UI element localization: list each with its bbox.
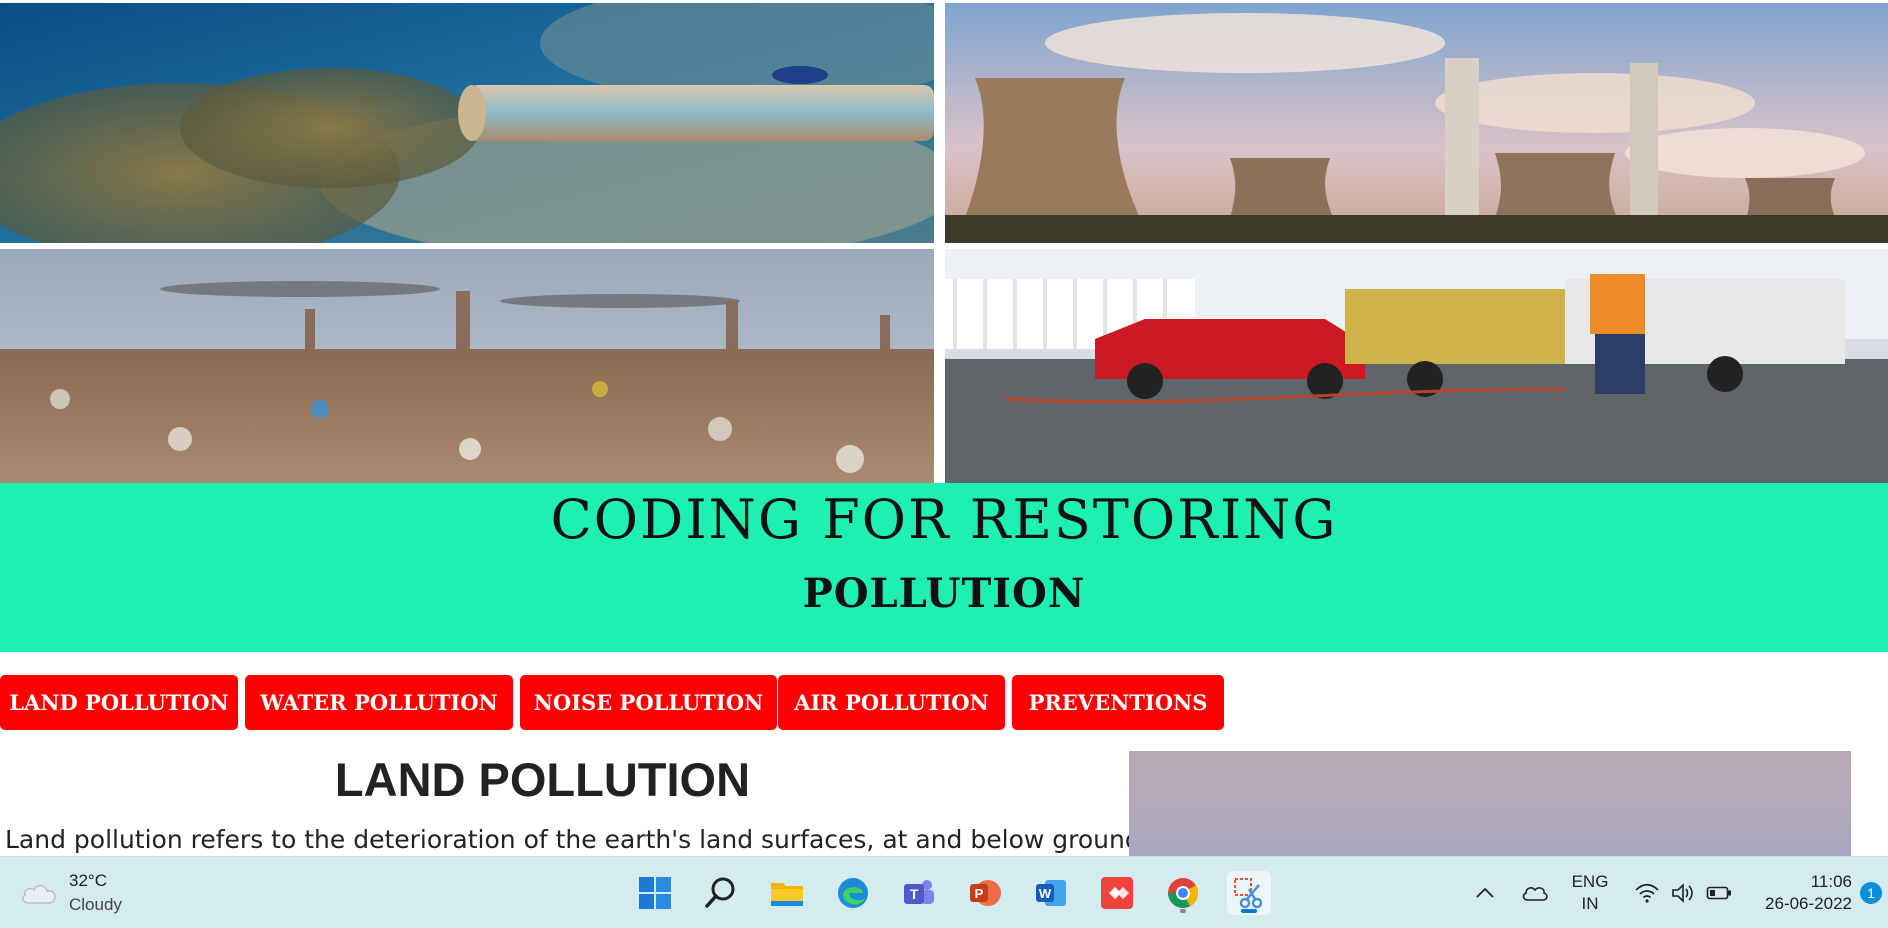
anydesk-app[interactable]	[1095, 871, 1139, 915]
language-indicator[interactable]: ENG IN	[1568, 871, 1612, 915]
noise-pollution-photo	[945, 249, 1888, 483]
snipping-tool-app[interactable]	[1227, 871, 1271, 915]
svg-text:T: T	[910, 886, 919, 902]
file-explorer-app[interactable]	[765, 871, 809, 915]
word-app[interactable]: W	[1029, 871, 1073, 915]
anydesk-icon	[1101, 877, 1133, 909]
clock-time: 11:06	[1810, 872, 1852, 891]
volume-button[interactable]	[1668, 871, 1698, 915]
land-pollution-photo	[0, 249, 934, 483]
teams-app[interactable]: T	[897, 871, 941, 915]
preventions-button[interactable]: PREVENTIONS	[1012, 675, 1224, 730]
section-title: LAND POLLUTION	[334, 753, 751, 806]
teams-icon: T	[904, 880, 934, 904]
speaker-icon	[1672, 883, 1693, 903]
weather-temperature: 32°C	[69, 871, 107, 890]
windows-icon	[639, 877, 671, 909]
chrome-app[interactable]	[1161, 871, 1205, 915]
show-hidden-icons-button[interactable]	[1473, 871, 1497, 915]
noise-pollution-button[interactable]: NOISE POLLUTION	[520, 675, 777, 730]
wifi-button[interactable]	[1632, 871, 1662, 915]
edge-icon	[838, 878, 868, 908]
folder-icon	[771, 883, 803, 906]
taskbar: 32°C Cloudy T P W ENG IN 11:06 26-06-202…	[0, 856, 1888, 928]
onedrive-icon	[1522, 887, 1548, 901]
clock[interactable]: 11:06 26-06-2022	[1752, 871, 1852, 915]
banner-title: CODING FOR RESTORING	[550, 488, 1338, 551]
edge-app[interactable]	[831, 871, 875, 915]
word-icon: W	[1036, 880, 1066, 906]
land-pollution-button[interactable]: LAND POLLUTION	[0, 675, 238, 730]
start-button[interactable]	[633, 871, 677, 915]
banner-subtitle: POLLUTION	[802, 570, 1086, 617]
notification-badge[interactable]: 1	[1860, 882, 1882, 904]
water-pollution-photo	[0, 3, 934, 243]
clock-date: 26-06-2022	[1765, 894, 1852, 913]
search-icon	[705, 877, 735, 908]
powerpoint-icon: P	[970, 880, 1001, 906]
svg-text:P: P	[975, 886, 984, 901]
section-image	[1129, 751, 1851, 861]
hero-banner: CODING FOR RESTORING POLLUTION	[0, 483, 1888, 652]
section-paragraph: Land pollution refers to the deteriorati…	[5, 825, 1141, 854]
svg-text:W: W	[1039, 886, 1052, 901]
chevron-up-icon	[1476, 887, 1494, 898]
weather-condition: Cloudy	[69, 895, 122, 914]
running-indicator	[1180, 909, 1186, 913]
air-pollution-photo	[945, 3, 1888, 243]
wifi-icon	[1635, 883, 1659, 903]
snipping-tool-icon	[1234, 878, 1263, 909]
battery-icon	[1706, 886, 1731, 900]
air-pollution-button[interactable]: AIR POLLUTION	[778, 675, 1005, 730]
chrome-icon	[1168, 878, 1199, 908]
cloud-icon	[22, 885, 56, 904]
active-indicator	[1241, 909, 1257, 913]
search-button[interactable]	[699, 871, 743, 915]
powerpoint-app[interactable]: P	[963, 871, 1007, 915]
onedrive-button[interactable]	[1520, 871, 1550, 915]
language-code: ENG	[1571, 872, 1609, 891]
water-pollution-button[interactable]: WATER POLLUTION	[245, 675, 513, 730]
language-region: IN	[1581, 894, 1599, 913]
battery-button[interactable]	[1704, 871, 1734, 915]
